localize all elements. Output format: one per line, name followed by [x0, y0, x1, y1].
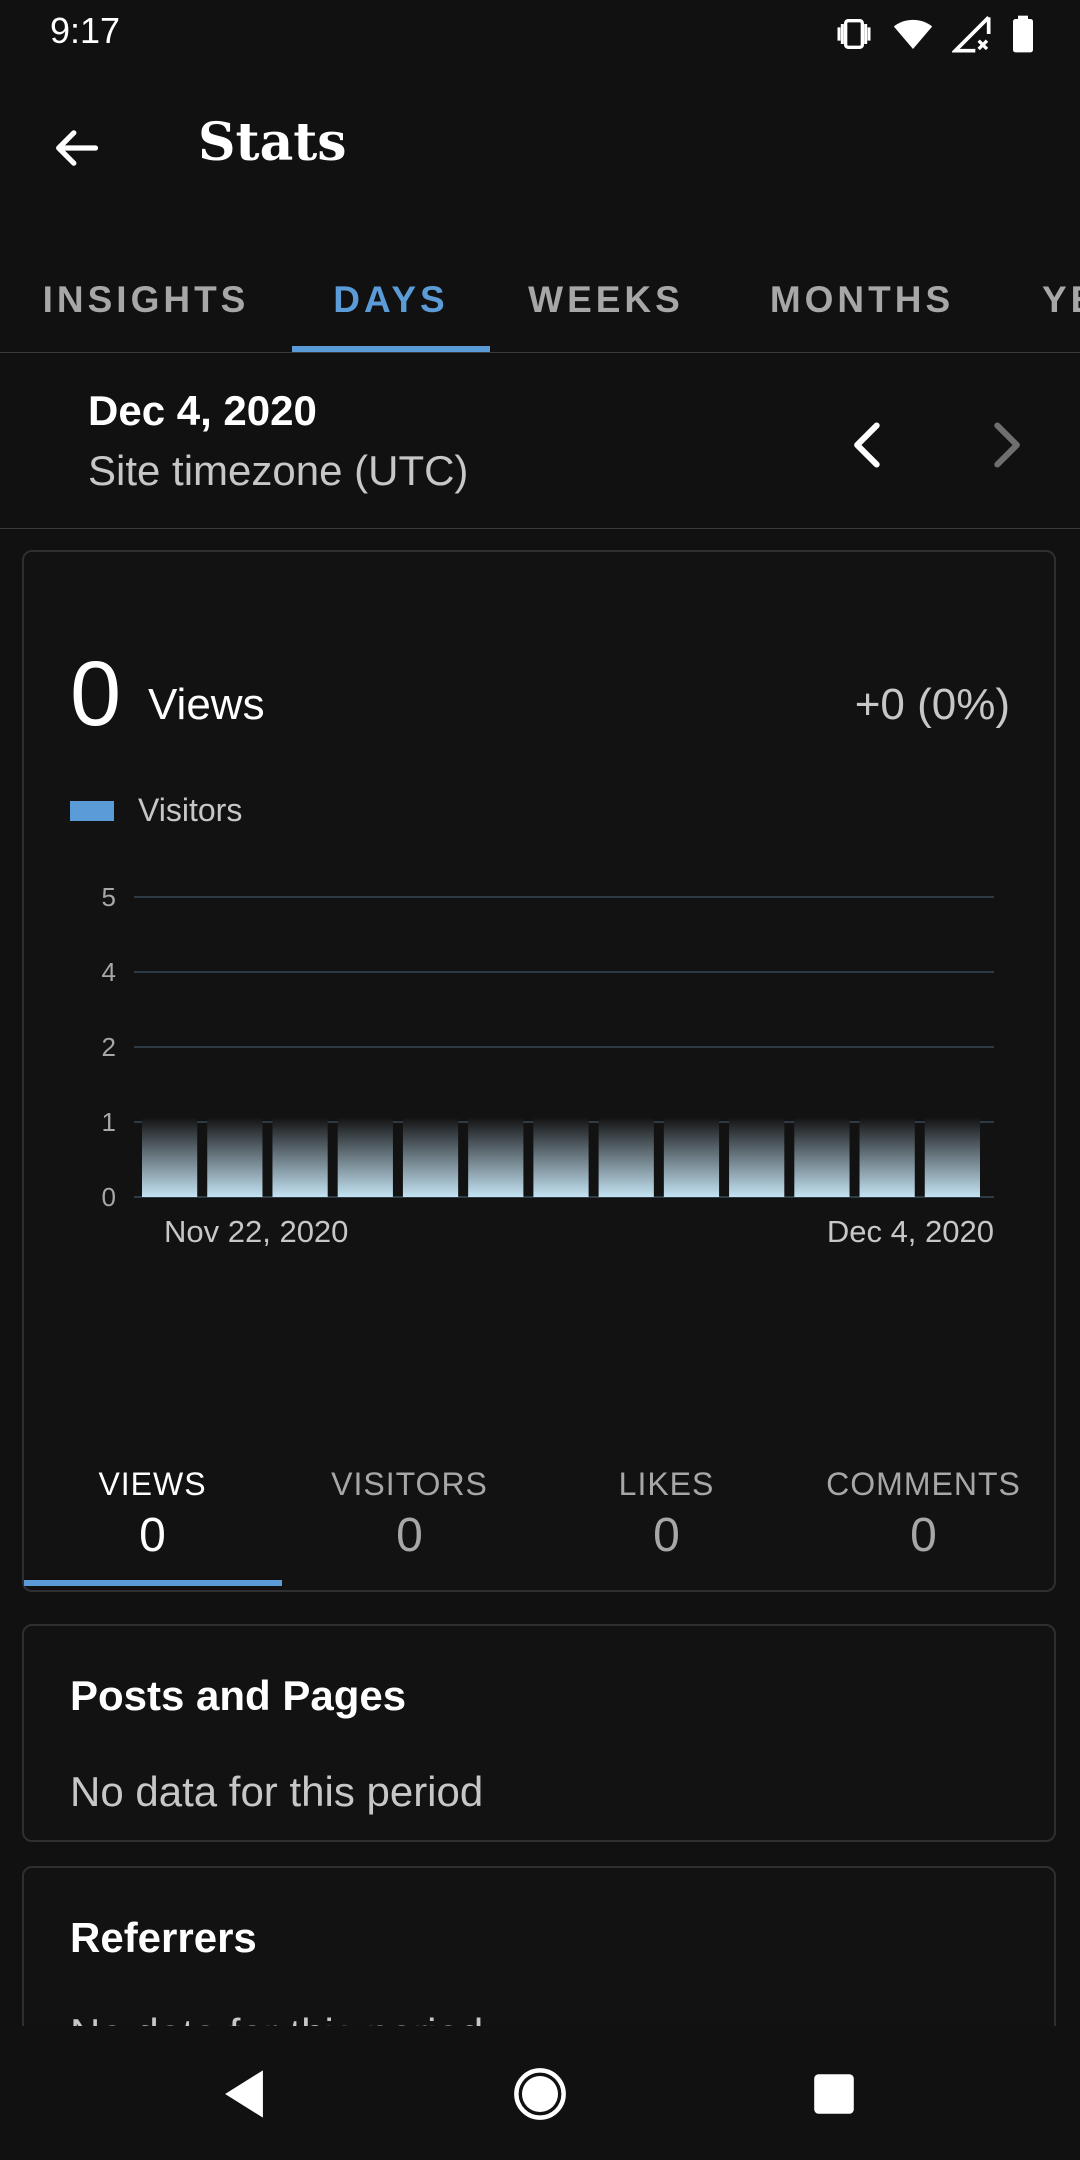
app-bar: Stats [0, 68, 1080, 218]
y-tick-label: 5 [102, 882, 116, 912]
stat-value: 0 [910, 1509, 937, 1562]
chart-bar[interactable] [142, 1117, 198, 1197]
battery-icon [1013, 15, 1033, 53]
vibrate-icon [837, 19, 871, 49]
chart-bar[interactable] [468, 1117, 524, 1197]
status-bar: 9:17 [0, 0, 1080, 68]
wifi-icon [893, 19, 933, 49]
stat-tab-visitors[interactable]: VISITORS 0 [281, 1446, 538, 1586]
chart-bar[interactable] [794, 1117, 850, 1197]
system-nav-bar [0, 2026, 1080, 2160]
timezone-label: Site timezone (UTC) [88, 447, 469, 494]
chart-bar[interactable] [598, 1117, 654, 1197]
posts-and-pages-card[interactable]: Posts and Pages No data for this period [22, 1624, 1056, 1842]
stat-label: VIEWS [98, 1466, 207, 1502]
arrow-back-icon [56, 130, 99, 166]
tab-weeks[interactable]: WEEKS [490, 248, 722, 352]
y-tick-label: 0 [102, 1182, 116, 1212]
tab-insights[interactable]: INSIGHTS [0, 248, 292, 352]
tab-months[interactable]: MONTHS [722, 248, 1002, 352]
chevron-left-icon [854, 422, 880, 468]
tab-indicator [292, 346, 490, 352]
views-change: +0 (0%) [854, 680, 1010, 729]
signal-off-icon [952, 16, 991, 53]
chart-bar[interactable] [272, 1117, 328, 1197]
chevron-right-icon [994, 422, 1020, 468]
selected-date: Dec 4, 2020 [88, 387, 317, 434]
stat-label: COMMENTS [826, 1466, 1021, 1502]
nav-home-icon [514, 2068, 566, 2120]
stat-tabs: VIEWS 0 VISITORS 0 LIKES 0 COMMENTS 0 [24, 1446, 1054, 1586]
views-count: 0 [70, 643, 122, 745]
stat-tab-comments[interactable]: COMMENTS 0 [795, 1446, 1052, 1586]
nav-recents-icon [814, 2074, 854, 2114]
y-tick-label: 1 [102, 1107, 116, 1137]
visitors-chart: 0 1 2 4 5 Nov 22, 2020 Dec 4, 2020 [102, 882, 994, 1249]
next-period-button[interactable] [974, 413, 1038, 477]
chart-bar[interactable] [859, 1117, 915, 1197]
card-title: Referrers [70, 1914, 257, 1961]
previous-period-button[interactable] [836, 413, 900, 477]
stat-value: 0 [396, 1509, 423, 1562]
chart-bar[interactable] [729, 1117, 785, 1197]
chart-bar[interactable] [924, 1117, 980, 1197]
stat-tab-likes[interactable]: LIKES 0 [538, 1446, 795, 1586]
tab-years[interactable]: YEARS [1042, 248, 1080, 352]
nav-recents-button[interactable] [798, 2058, 870, 2130]
nav-back-button[interactable] [208, 2058, 280, 2130]
stat-value: 0 [139, 1509, 166, 1562]
chart-bar[interactable] [207, 1117, 263, 1197]
chart-legend: Visitors [70, 792, 242, 829]
stat-label: VISITORS [331, 1466, 488, 1502]
chart-bar[interactable] [533, 1117, 589, 1197]
overview-card: 0 Views +0 (0%) Visitors 0 1 2 4 5 Nov 22, 20… [22, 550, 1056, 1592]
date-row: Dec 4, 2020 Site timezone (UTC) [0, 353, 1080, 529]
x-tick-label: Nov 22, 2020 [164, 1214, 348, 1249]
period-tabs: INSIGHTS DAYS WEEKS MONTHS YEARS [0, 248, 1080, 353]
stat-tab-views[interactable]: VIEWS 0 [24, 1446, 281, 1586]
chart-bar[interactable] [402, 1117, 459, 1197]
tab-days[interactable]: DAYS [292, 248, 490, 352]
y-tick-label: 2 [102, 1032, 116, 1062]
chart-bar[interactable] [337, 1117, 393, 1197]
legend-label: Visitors [138, 792, 243, 828]
views-label: Views [148, 680, 265, 729]
nav-back-icon [225, 2070, 263, 2118]
nav-home-button[interactable] [504, 2058, 576, 2130]
empty-message: No data for this period [70, 1768, 484, 1815]
y-tick-label: 4 [102, 957, 116, 987]
stat-tab-indicator [24, 1580, 282, 1586]
stat-value: 0 [653, 1509, 680, 1562]
status-icons [834, 14, 1036, 54]
card-title: Posts and Pages [70, 1672, 407, 1719]
legend-swatch [70, 800, 114, 821]
back-button[interactable] [40, 112, 112, 184]
stat-label: LIKES [618, 1466, 715, 1502]
page-title: Stats [198, 112, 347, 173]
x-tick-label: Dec 4, 2020 [827, 1214, 994, 1249]
chart-bar[interactable] [663, 1117, 720, 1197]
status-time: 9:17 [50, 10, 121, 51]
